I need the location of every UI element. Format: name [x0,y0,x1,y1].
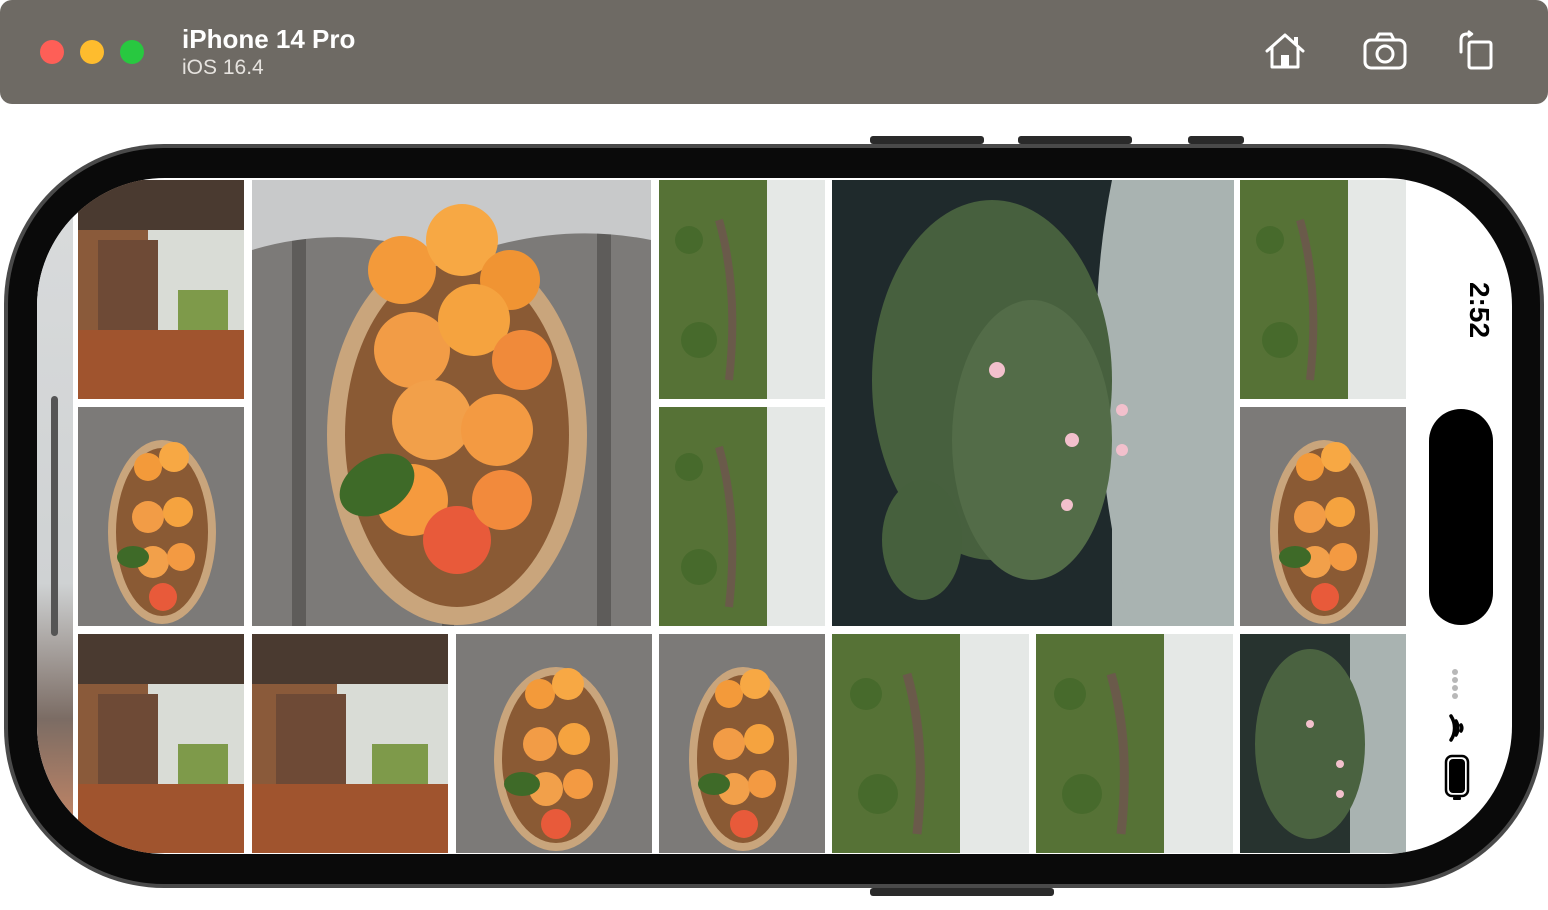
battery-icon [1444,754,1470,800]
photo-green-hillside[interactable] [832,634,1029,853]
photo-city-street[interactable] [78,634,244,853]
iphone-screen: 2:52 [37,178,1512,854]
power-button [870,888,1054,896]
photo-apricot-basket[interactable] [659,634,825,853]
zoom-window-button[interactable] [120,40,144,64]
rotate-button[interactable] [1452,28,1498,74]
photo-apricot-basket[interactable] [1240,407,1406,626]
cellular-dots-icon [1452,669,1458,699]
photo-water-lilies-large[interactable] [832,180,1234,626]
photo-green-hillside[interactable] [1036,634,1233,853]
scroll-indicator[interactable] [51,396,58,636]
camera-icon [1363,32,1407,70]
wifi-icon [1449,714,1464,742]
photo-green-hillside[interactable] [1240,180,1406,399]
home-button[interactable] [1262,28,1308,74]
photo-apricot-basket[interactable] [456,634,652,853]
photo-apricot-basket-large[interactable] [252,180,651,626]
status-time: 2:52 [1464,281,1495,339]
photo-city-street[interactable] [252,634,448,853]
photo-green-hillside[interactable] [659,407,825,626]
silent-switch [1188,136,1244,144]
screenshot-button[interactable] [1362,28,1408,74]
photo-apricot-basket[interactable] [78,407,244,626]
home-icon [1265,33,1305,69]
simulator-titlebar: iPhone 14 Pro iOS 16.4 [0,0,1548,104]
device-name: iPhone 14 Pro [182,24,356,54]
rotate-icon [1459,30,1493,70]
dynamic-island [1429,409,1493,625]
close-window-button[interactable] [40,40,64,64]
minimize-window-button[interactable] [80,40,104,64]
status-icons [1443,666,1479,802]
volume-up-button [870,136,984,144]
photo-city-street[interactable] [78,180,244,399]
volume-down-button [1018,136,1132,144]
os-version: iOS 16.4 [182,56,264,79]
photo-water-lilies[interactable] [1240,634,1406,853]
photo-green-hillside[interactable] [659,180,825,399]
